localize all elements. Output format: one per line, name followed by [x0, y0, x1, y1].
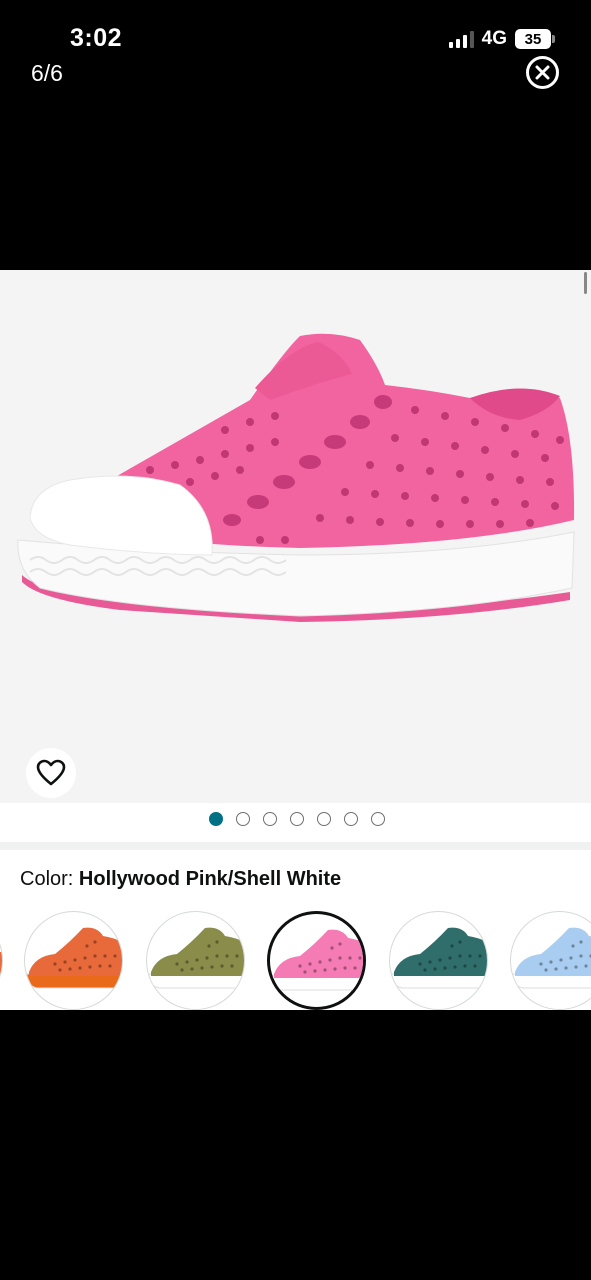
color-swatch[interactable]	[24, 911, 123, 1010]
swatch-shoe-image	[148, 927, 244, 989]
color-swatch[interactable]	[267, 911, 366, 1010]
battery-icon: 35	[515, 29, 555, 49]
signal-icon	[448, 30, 474, 48]
color-swatch[interactable]	[389, 911, 488, 1010]
color-swatch[interactable]	[146, 911, 245, 1010]
battery-level: 35	[524, 30, 542, 48]
status-indicators: 4G 35	[448, 28, 555, 50]
carousel-dots	[0, 812, 591, 826]
product-detail: Color: Hollywood Pink/Shell White	[0, 270, 591, 1010]
color-swatch[interactable]	[510, 911, 591, 1010]
heart-icon	[36, 759, 66, 786]
swatch-partial[interactable]	[0, 911, 3, 1010]
carousel-dot[interactable]	[370, 812, 385, 826]
product-image[interactable]	[0, 270, 591, 803]
shoe-image	[17, 333, 575, 622]
color-label: Color:	[20, 868, 79, 890]
swatch-shoe-image	[391, 927, 487, 989]
close-button[interactable]	[526, 56, 559, 89]
carousel-dot[interactable]	[235, 812, 250, 826]
carousel-dot[interactable]	[289, 812, 304, 826]
carousel-dot[interactable]	[262, 812, 277, 826]
image-counter: 6/6	[31, 60, 63, 86]
color-swatches	[0, 910, 591, 1010]
divider	[0, 842, 591, 850]
swatch-shoe-image	[512, 927, 591, 989]
swatch-shoe-image	[271, 929, 363, 991]
carousel-dot[interactable]	[316, 812, 331, 826]
network-type: 4G	[481, 28, 507, 49]
color-value: Hollywood Pink/Shell White	[78, 868, 342, 890]
close-icon	[535, 65, 550, 80]
scrollbar[interactable]	[584, 272, 587, 294]
swatch-shoe-image	[26, 927, 122, 989]
wishlist-button[interactable]	[26, 748, 76, 798]
color-selection: Color: Hollywood Pink/Shell White	[20, 868, 341, 891]
status-time: 3:02	[70, 24, 123, 52]
carousel-dot[interactable]	[343, 812, 358, 826]
carousel-dot[interactable]	[208, 812, 223, 826]
